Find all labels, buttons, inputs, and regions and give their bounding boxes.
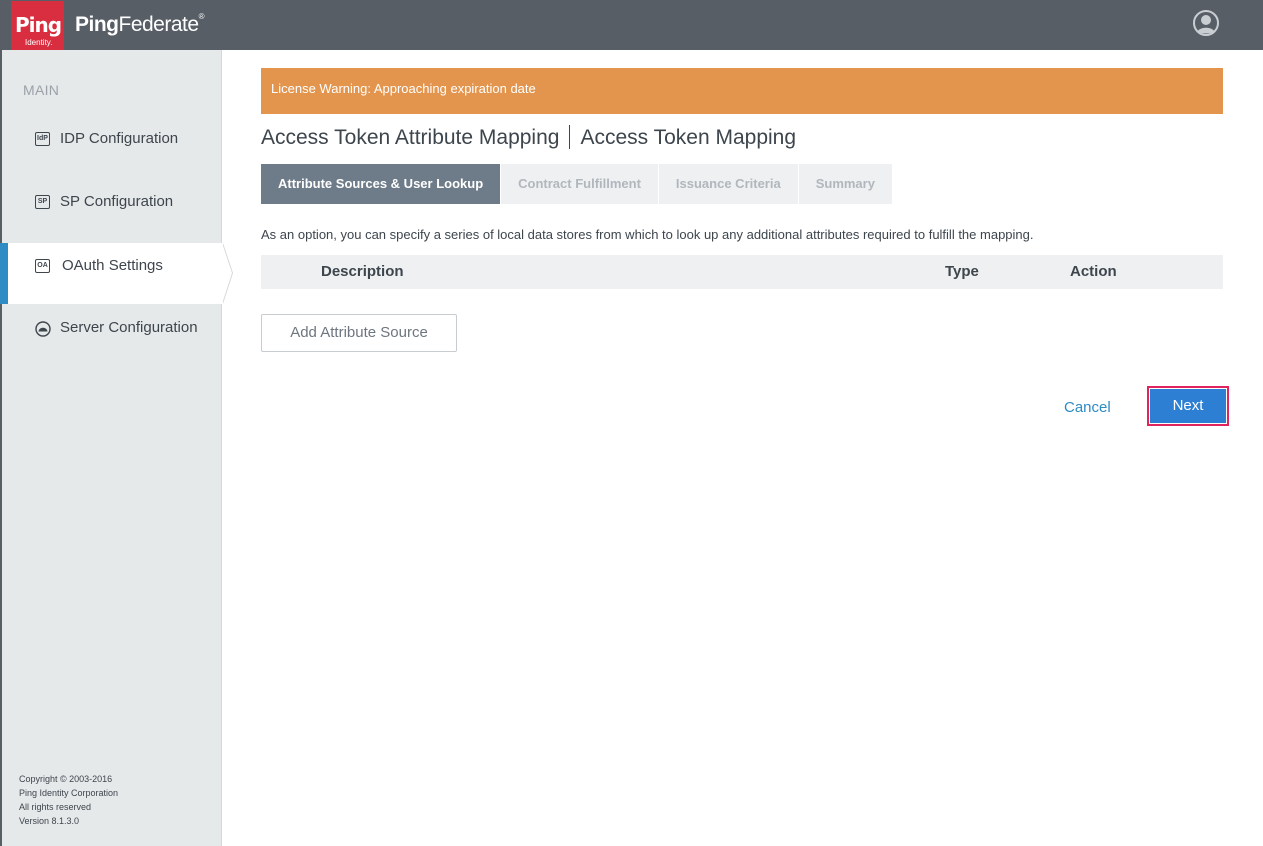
wizard-tabs: Attribute Sources & User Lookup Contract… bbox=[261, 164, 893, 204]
active-indicator bbox=[0, 243, 8, 304]
sp-icon: SP bbox=[35, 195, 50, 209]
brand-light: Federate bbox=[118, 13, 200, 36]
sidebar-item-label: Server Configuration bbox=[60, 319, 198, 336]
column-header-description: Description bbox=[321, 263, 404, 280]
column-header-action: Action bbox=[1070, 263, 1117, 280]
copyright-line: Copyright © 2003-2016 bbox=[19, 774, 113, 784]
idp-icon: IdP bbox=[35, 132, 50, 146]
active-arrow bbox=[222, 243, 232, 304]
tab-issuance-criteria[interactable]: Issuance Criteria bbox=[658, 164, 799, 204]
logo-ping-text: Ping bbox=[15, 13, 62, 37]
tab-summary[interactable]: Summary bbox=[798, 164, 893, 204]
sidebar-item-label: OAuth Settings bbox=[62, 257, 163, 274]
sidebar: MAIN IdP IDP Configuration SP SP Configu… bbox=[0, 50, 233, 846]
copyright-block: Copyright © 2003-2016 Ping Identity Corp… bbox=[19, 772, 118, 828]
page-title: Access Token Attribute Mapping Access Tok… bbox=[261, 125, 796, 150]
license-warning-banner: License Warning: Approaching expiration … bbox=[261, 68, 1223, 114]
brand-bold: Ping bbox=[75, 13, 119, 36]
sidebar-item-server-configuration[interactable]: Server Configuration bbox=[2, 305, 222, 366]
next-button-highlight: Next bbox=[1147, 386, 1229, 426]
brand-mark: ® bbox=[198, 12, 205, 21]
sidebar-item-idp-configuration[interactable]: IdP IDP Configuration bbox=[2, 116, 222, 177]
add-attribute-source-button[interactable]: Add Attribute Source bbox=[261, 314, 457, 352]
server-icon bbox=[35, 321, 51, 337]
tab-contract-fulfillment[interactable]: Contract Fulfillment bbox=[501, 164, 659, 204]
sidebar-item-label: SP Configuration bbox=[60, 193, 174, 210]
next-button[interactable]: Next bbox=[1150, 389, 1226, 423]
user-avatar-icon[interactable] bbox=[1193, 10, 1219, 36]
sidebar-item-oauth-settings[interactable]: OA OAuth Settings bbox=[0, 243, 233, 304]
oauth-icon: OA bbox=[35, 259, 50, 273]
page-description: As an option, you can specify a series o… bbox=[261, 227, 1034, 242]
version-text: Version 8.1.3.0 bbox=[19, 816, 80, 826]
copyright-company: Ping Identity Corporation bbox=[19, 788, 119, 798]
table-header: Description Type Action bbox=[261, 255, 1223, 289]
sidebar-item-sp-configuration[interactable]: SP SP Configuration bbox=[2, 179, 222, 240]
cancel-link[interactable]: Cancel bbox=[1064, 399, 1111, 416]
title-separator bbox=[569, 125, 571, 149]
column-header-type: Type bbox=[945, 263, 979, 280]
logo-identity-text: Identity. bbox=[25, 38, 53, 47]
sidebar-section-label: MAIN bbox=[23, 82, 60, 98]
sidebar-item-label: IDP Configuration bbox=[60, 130, 179, 147]
copyright-rights: All rights reserved bbox=[19, 802, 92, 812]
ping-identity-logo[interactable]: Ping Identity. bbox=[11, 1, 64, 53]
tab-attribute-sources[interactable]: Attribute Sources & User Lookup bbox=[261, 164, 502, 204]
page-title-primary: Access Token Attribute Mapping bbox=[261, 126, 560, 149]
product-name: PingFederate® bbox=[75, 12, 205, 36]
page-title-secondary: Access Token Mapping bbox=[580, 126, 797, 149]
top-bar: Ping Identity. PingFederate® bbox=[0, 0, 1263, 53]
